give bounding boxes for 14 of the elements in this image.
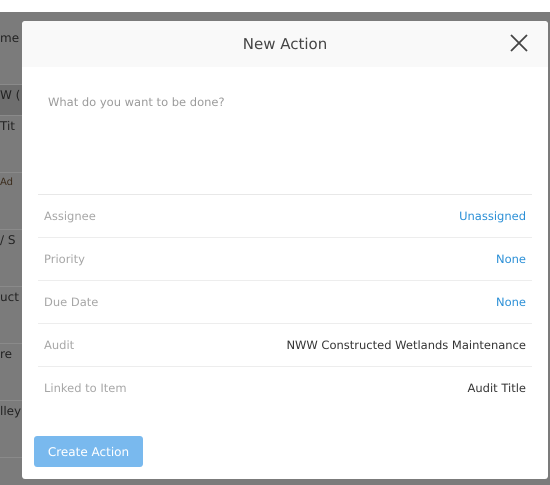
- field-value: Audit Title: [468, 381, 526, 395]
- field-label: Priority: [44, 252, 85, 266]
- value-link[interactable]: Unassigned: [459, 209, 526, 223]
- dialog-title: New Action: [242, 35, 328, 53]
- field-value: NWW Constructed Wetlands Maintenance: [286, 338, 526, 352]
- close-icon: [510, 34, 528, 52]
- field-label: Assignee: [44, 209, 96, 223]
- close-button[interactable]: [510, 34, 528, 52]
- value-link[interactable]: None: [496, 295, 526, 309]
- value-link[interactable]: None: [496, 252, 526, 266]
- field-label: Due Date: [44, 295, 98, 309]
- field-value: W (: [0, 85, 22, 116]
- field-label: Linked to Item: [44, 381, 127, 395]
- field-label: Audit: [44, 338, 74, 352]
